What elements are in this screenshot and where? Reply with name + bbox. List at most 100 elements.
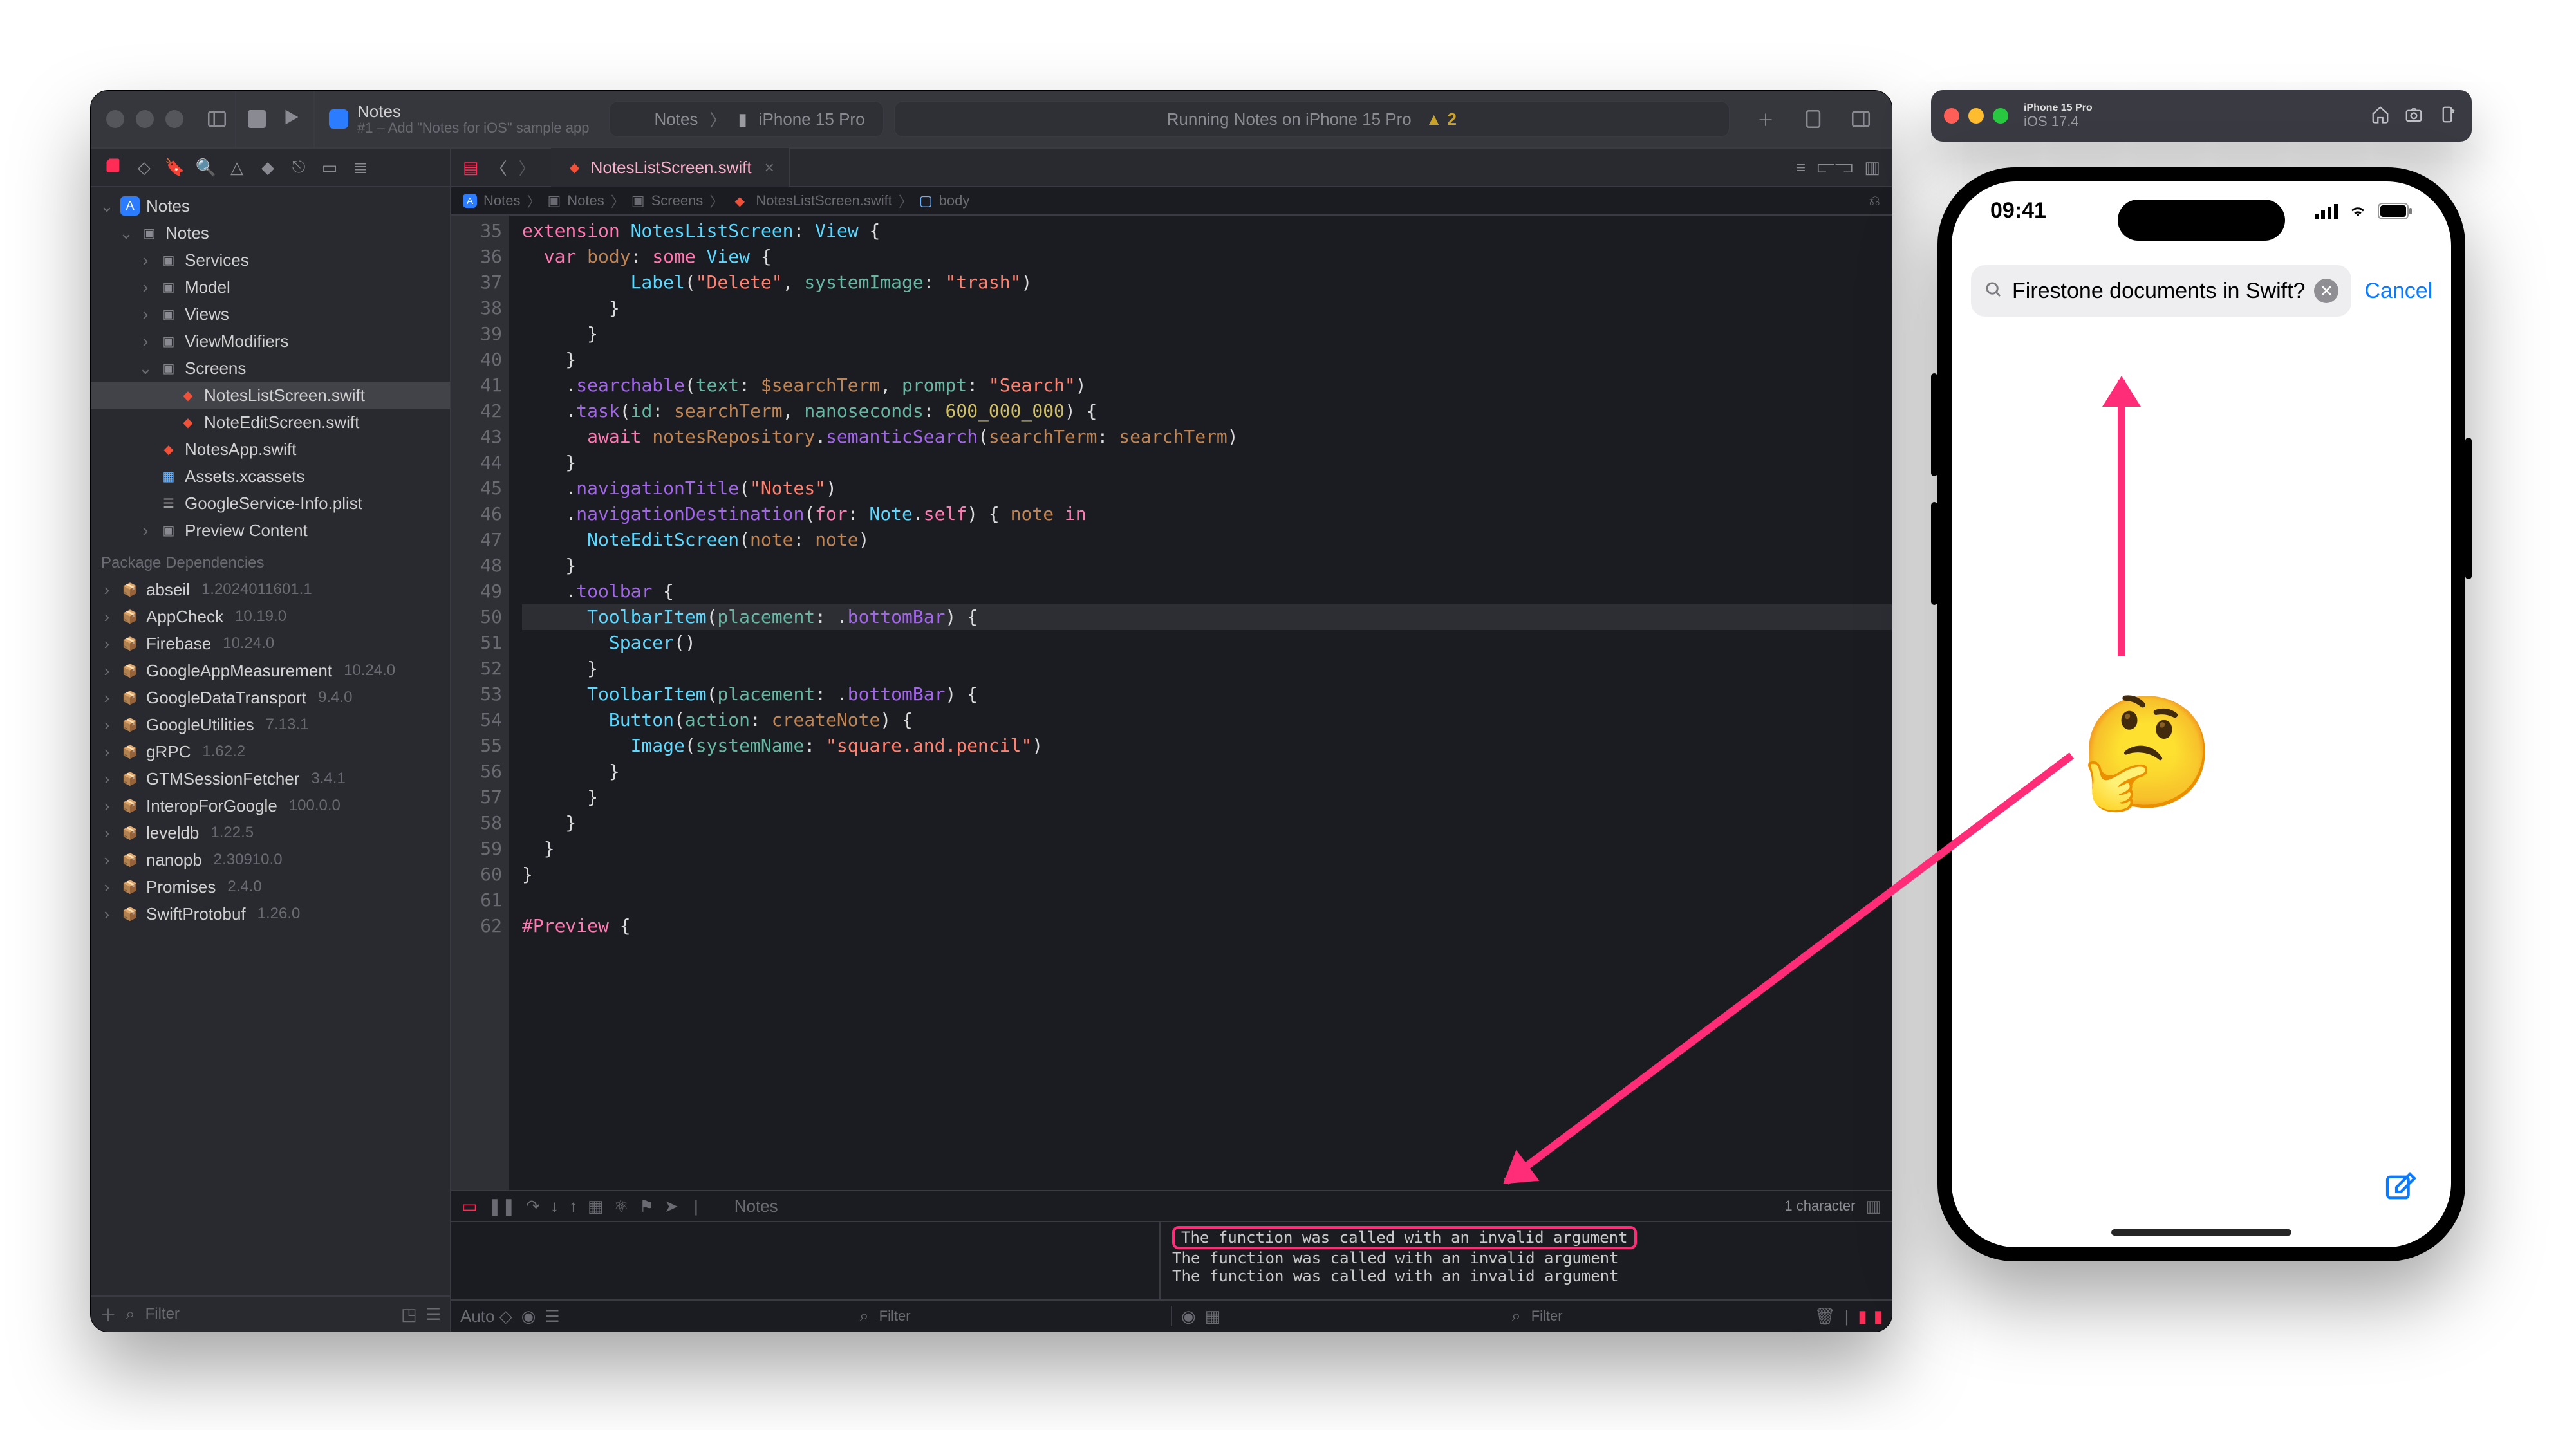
tree-package[interactable]: ›📦AppCheck10.19.0 [91,603,450,630]
tree-file[interactable]: ▦Assets.xcassets [91,463,450,490]
traffic-close[interactable] [1944,108,1959,124]
auto-scope-button[interactable]: Auto ◇ [460,1306,512,1326]
tree-package[interactable]: ›📦GoogleUtilities7.13.1 [91,711,450,738]
window-traffic-lights[interactable] [91,91,199,147]
nav-forward-button[interactable]: 〉 [519,156,536,180]
destination-selector[interactable]: Notes 〉 ▮ iPhone 15 Pro [609,101,884,137]
tree-file[interactable]: ◆NotesApp.swift [91,436,450,463]
tree-package[interactable]: ›📦GTMSessionFetcher3.4.1 [91,765,450,792]
toggle-inspector-button[interactable] [1843,108,1879,130]
clear-console-button[interactable]: 🗑 [1815,1306,1836,1326]
activity-status[interactable]: Running Notes on iPhone 15 Pro ▲ 2 [894,101,1730,137]
compose-button[interactable] [2383,1169,2419,1209]
tree-folder[interactable]: ⌄▣ Notes [91,219,450,246]
tree-project-root[interactable]: ⌄A Notes [91,192,450,219]
home-indicator[interactable] [2111,1229,2291,1236]
recent-filter-button[interactable]: ◳ [401,1305,417,1324]
location-button[interactable]: ➤ [664,1196,678,1216]
tree-file[interactable]: ◆NoteEditScreen.swift [91,409,450,436]
nav-back-button[interactable]: 〈 [490,156,507,180]
breakpoints-tab[interactable]: ▭ [317,158,342,178]
project-tree[interactable]: ⌄A Notes ⌄▣ Notes ›▣Services ›▣Model ›▣V… [91,187,450,1295]
show-console-button[interactable]: ▮ [1874,1306,1883,1326]
add-target-button[interactable]: ＋ [100,1303,117,1326]
environment-button[interactable]: ⚑ [639,1196,654,1216]
console-view[interactable]: The function was called with an invalid … [1161,1222,1892,1299]
pause-button[interactable]: ❚❚ [488,1196,516,1216]
console-filter-input[interactable] [1530,1307,1806,1325]
close-tab-button[interactable]: × [765,158,774,178]
rotate-button[interactable] [2436,105,2459,127]
scheme-selector[interactable]: Notes #1 – Add "Notes for iOS" sample ap… [315,91,604,147]
tree-package[interactable]: ›📦Promises2.4.0 [91,873,450,900]
traffic-close[interactable] [106,110,124,128]
tree-folder[interactable]: ⌄▣Screens [91,355,450,382]
console-input-icon[interactable]: ▦ [1205,1306,1221,1326]
add-button[interactable]: ＋ [1748,107,1784,131]
tree-folder[interactable]: ›▣ViewModifiers [91,328,450,355]
screenshot-button[interactable] [2402,105,2425,127]
source-control-tab[interactable]: ◇ [132,158,156,178]
debug-tab[interactable]: ⎋ [286,157,311,178]
tree-package[interactable]: ›📦InteropForGoogle100.0.0 [91,792,450,819]
toggle-breakpoints-button[interactable]: ▭ [462,1196,478,1216]
source-editor[interactable]: 3536373839404142434445464748495051525354… [451,216,1892,1190]
tree-package[interactable]: ›📦Firebase10.24.0 [91,630,450,657]
traffic-zoom[interactable] [1993,108,2008,124]
scm-filter-button[interactable]: ☰ [426,1305,441,1324]
window-traffic-lights[interactable] [1944,108,2008,124]
tree-package[interactable]: ›📦nanopb2.30910.0 [91,846,450,873]
tree-package[interactable]: ›📦GoogleDataTransport9.4.0 [91,684,450,711]
related-items-button[interactable]: ▤ [463,158,479,178]
editor-tab-active[interactable]: ◆ NotesListScreen.swift × [551,148,790,187]
project-navigator-tab[interactable] [101,156,126,179]
tree-folder[interactable]: ›▣Model [91,274,450,301]
traffic-zoom[interactable] [165,110,183,128]
step-into-button[interactable]: ↓ [550,1196,559,1216]
jump-bar[interactable]: A Notes〉 ▣Notes〉 ▣Screens〉 ◆NotesListScr… [451,187,1892,216]
tree-file[interactable]: ☰GoogleService-Info.plist [91,490,450,517]
traffic-minimize[interactable] [136,110,154,128]
navigator-filter-input[interactable] [144,1305,393,1324]
tree-package[interactable]: ›📦gRPC1.62.2 [91,738,450,765]
run-button[interactable] [280,106,302,133]
tree-package[interactable]: ›📦abseil1.2024011601.1 [91,576,450,603]
variables-filter-input[interactable] [878,1307,1162,1325]
tree-folder[interactable]: ›▣Services [91,246,450,274]
clear-button[interactable]: ✕ [2314,279,2338,303]
tree-package[interactable]: ›📦leveldb1.22.5 [91,819,450,846]
console-output-icon[interactable]: ◉ [1181,1306,1196,1326]
tree-file-selected[interactable]: ◆NotesListScreen.swift [91,382,450,409]
toggle-navigator-button[interactable] [199,91,235,147]
stop-button[interactable] [248,110,266,128]
cancel-button[interactable]: Cancel [2364,279,2432,304]
tree-package[interactable]: ›📦GoogleAppMeasurement10.24.0 [91,657,450,684]
traffic-minimize[interactable] [1968,108,1984,124]
search-input-text[interactable]: Firestone documents in Swift? [2012,279,2305,304]
show-vars-button[interactable]: ▮ [1858,1306,1867,1326]
issues-tab[interactable]: △ [225,158,249,178]
step-over-button[interactable]: ↷ [526,1196,540,1216]
quicklook-icon[interactable]: ◉ [521,1306,536,1326]
authors-button[interactable]: ⎌ [1869,192,1880,209]
tree-folder[interactable]: ›▣Views [91,301,450,328]
minimap-button[interactable]: ≡ [1796,158,1806,178]
bookmarks-tab[interactable]: 🔖 [163,158,187,178]
toggle-debug-area-button[interactable]: ▥ [1865,1196,1881,1216]
view-debug-button[interactable]: ▦ [588,1196,604,1216]
variables-view[interactable] [451,1222,1161,1299]
find-tab[interactable]: 🔍 [194,158,218,178]
search-field[interactable]: Firestone documents in Swift? ✕ [1971,265,2351,317]
tree-folder[interactable]: ›▣Preview Content [91,517,450,544]
step-out-button[interactable]: ↑ [569,1196,577,1216]
add-editor-button[interactable]: ▥ [1864,158,1880,178]
library-button[interactable] [1795,108,1831,130]
warnings-badge[interactable]: ▲ 2 [1426,109,1457,129]
memory-graph-button[interactable]: ⚛ [614,1196,629,1216]
adjust-editor-button[interactable]: ⫍⫎ [1817,157,1853,178]
tree-package[interactable]: ›📦SwiftProtobuf1.26.0 [91,900,450,927]
home-button[interactable] [2369,105,2392,127]
tests-tab[interactable]: ◆ [256,158,280,178]
reports-tab[interactable]: ≣ [348,158,373,178]
print-icon[interactable]: ☰ [545,1306,559,1326]
